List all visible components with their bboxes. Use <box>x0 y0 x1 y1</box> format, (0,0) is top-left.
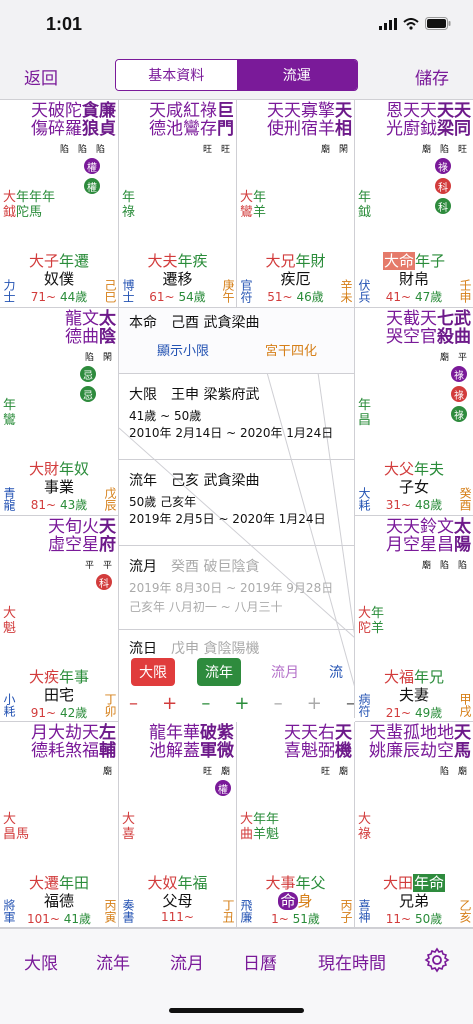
status-icons <box>379 17 451 30</box>
hua-ke-badge: 科 <box>96 574 112 590</box>
palace-name: 遷移 <box>162 270 193 288</box>
hua-lu-badge: 祿 <box>451 406 467 422</box>
show-small-limit-button[interactable]: 顯示小限 <box>157 340 209 359</box>
palace-name: 兄弟 <box>398 892 429 910</box>
palace-cell-hai[interactable]: 天蜚孤地地天 姚廉辰劫空馬 陷 廟 大祿 大田年命 兄弟 11~ 50歲 喜神 … <box>355 722 473 928</box>
daxian-section[interactable]: 大限 王申 梁紫府武 41歲 ~ 50歲 2010年 2月14日 ~ 2020年… <box>119 374 354 460</box>
home-indicator <box>169 1008 304 1013</box>
segment-basic-info[interactable]: 基本資料 <box>116 60 237 90</box>
palace-name: 福德 <box>43 892 74 910</box>
tab-liunian[interactable]: 流年 <box>96 949 130 974</box>
palace-name: 子女 <box>398 478 429 496</box>
palace-name: 奴僕 <box>43 270 74 288</box>
star-group: 天破陀貪廉 傷碎羅狼貞 <box>31 101 116 139</box>
hua-ke-badge: 科 <box>435 198 451 214</box>
palace-cell-shen[interactable]: 恩天天天天 光廚鉞梁同 廟 陷 旺 祿 科 科 年鉞 大命年子 財帛 41~ 4… <box>355 100 473 308</box>
liuyue-minus-button[interactable]: – <box>274 693 283 714</box>
hua-ji-badge: 忌 <box>80 366 96 382</box>
benming-section: 本命 己酉 武貪梁曲 顯示小限 宮干四化 <box>119 308 354 374</box>
segmented-control: 基本資料 流運 <box>115 59 358 91</box>
daxian-plus-button[interactable]: + <box>162 693 177 714</box>
hua-ke-badge: 科 <box>435 178 451 194</box>
palace-cell-wei[interactable]: 天天寡擎天 使刑宿羊相 廟 閑 大年 鸞羊 大兄年財 疾厄 51~ 46歲 官符 … <box>237 100 355 308</box>
liuri-minus-button[interactable]: – <box>346 693 354 714</box>
center-info-panel: 本命 己酉 武貪梁曲 顯示小限 宮干四化 大限 王申 梁紫府武 41歲 ~ 50… <box>119 308 355 718</box>
hua-lu-badge: 祿 <box>435 158 451 174</box>
hua-quan-badge: 權 <box>84 158 100 174</box>
palace-cell-yin[interactable]: 月大劫天左 德耗煞福輔 廟 大昌馬 大遷年田 福德 101~ 41歲 將軍 丙寅 <box>0 722 119 928</box>
hua-quan-badge: 權 <box>215 780 231 796</box>
gear-icon[interactable] <box>424 947 450 973</box>
palace-cell-mao[interactable]: 天旬火天 虛空星府 平 平 科 大魁 大疾年事 田宅 91~ 42歲 小耗 丁卯 <box>0 516 119 722</box>
liunian-minus-button[interactable]: – <box>201 693 210 714</box>
palace-cell-chou[interactable]: 龍年華破紫 池解蓋軍微 旺 廟 權 大喜 大奴年福 父母 111~ 奏書 丁丑 <box>119 722 237 928</box>
daxian-minus-button[interactable]: – <box>129 693 138 714</box>
navigation-bar: 返回 基本資料 流運 儲存 <box>0 50 473 100</box>
tab-calendar[interactable]: 日曆 <box>243 949 277 974</box>
save-button[interactable]: 儲存 <box>415 64 449 89</box>
liuri-toggle[interactable]: 流 <box>329 662 343 682</box>
liuyue-toggle[interactable]: 流月 <box>263 662 307 682</box>
palace-cell-xu[interactable]: 天天鈴文太 月空星昌陽 廟 陷 陷 大年 陀羊 大福年兄 夫妻 21~ 49歲 病… <box>355 516 473 722</box>
liunian-plus-button[interactable]: + <box>234 693 249 714</box>
palace-name: 疾厄 <box>280 270 311 288</box>
palace-name: 田宅 <box>43 686 74 704</box>
palace-hua-button[interactable]: 宮干四化 <box>265 340 317 359</box>
time-controls: 大限 流年 流月 流 <box>131 658 343 686</box>
daxian-toggle[interactable]: 大限 <box>131 658 175 686</box>
liuyue-section[interactable]: 流月 癸酉 破巨陰貪 2019年 8月30日 ~ 2019年 9月28日 己亥年 … <box>119 546 354 630</box>
status-bar: 1:01 <box>0 0 473 50</box>
liuyue-plus-button[interactable]: + <box>307 693 322 714</box>
palace-name: 財帛 <box>398 270 429 288</box>
hua-lu-badge: 祿 <box>451 366 467 382</box>
segment-liuyun[interactable]: 流運 <box>236 60 357 90</box>
back-button[interactable]: 返回 <box>24 64 58 89</box>
tab-current-time[interactable]: 現在時間 <box>318 949 386 974</box>
signal-icon <box>379 17 397 30</box>
adjust-controls: – + – + – + – <box>129 693 354 714</box>
status-time: 1:01 <box>46 14 83 34</box>
palace-name: 事業 <box>43 478 74 496</box>
tab-daxian[interactable]: 大限 <box>24 949 58 974</box>
benming-label: 本命 己酉 武貪梁曲 <box>129 315 260 331</box>
palace-cell-wu[interactable]: 天咸紅祿巨 德池鸞存門 旺 旺 年祿 大夫年疾 遷移 61~ 54歲 博士 庚午 <box>119 100 237 308</box>
palace-cell-zi[interactable]: 天天右天 喜魁弼機 旺 廟 大年年 曲羊魁 大事年父 命身 1~ 51歲 飛廉 丙… <box>237 722 355 928</box>
liunian-toggle[interactable]: 流年 <box>197 658 241 686</box>
palace-name: 夫妻 <box>398 686 429 704</box>
palace-cell-si[interactable]: 天破陀貪廉 傷碎羅狼貞 陷 陷 陷 權 權 大年年年 鉞陀馬 大子年遷 奴僕 71… <box>0 100 119 308</box>
liunian-section[interactable]: 流年 己亥 武貪梁曲 50歲 己亥年 2019年 2月5日 ~ 2020年 1月… <box>119 460 354 546</box>
hua-quan-badge: 權 <box>84 178 100 194</box>
hua-lu-badge: 祿 <box>451 386 467 402</box>
palace-name: 父母 <box>162 892 193 910</box>
hua-ji-badge: 忌 <box>80 386 96 402</box>
battery-icon <box>425 17 451 30</box>
palace-cell-chen[interactable]: 龍文太 德曲陰 陷 閑 忌 忌 年鸞 大財年奴 事業 81~ 43歲 青龍 戊辰 <box>0 308 119 516</box>
tab-liuyue[interactable]: 流月 <box>170 949 204 974</box>
palace-cell-you[interactable]: 天截天七武 哭空官殺曲 廟 平 祿 祿 祿 年昌 大父年夫 子女 31~ 48歲… <box>355 308 473 516</box>
wifi-icon <box>403 17 419 30</box>
palace-name: 命身 <box>278 892 313 910</box>
